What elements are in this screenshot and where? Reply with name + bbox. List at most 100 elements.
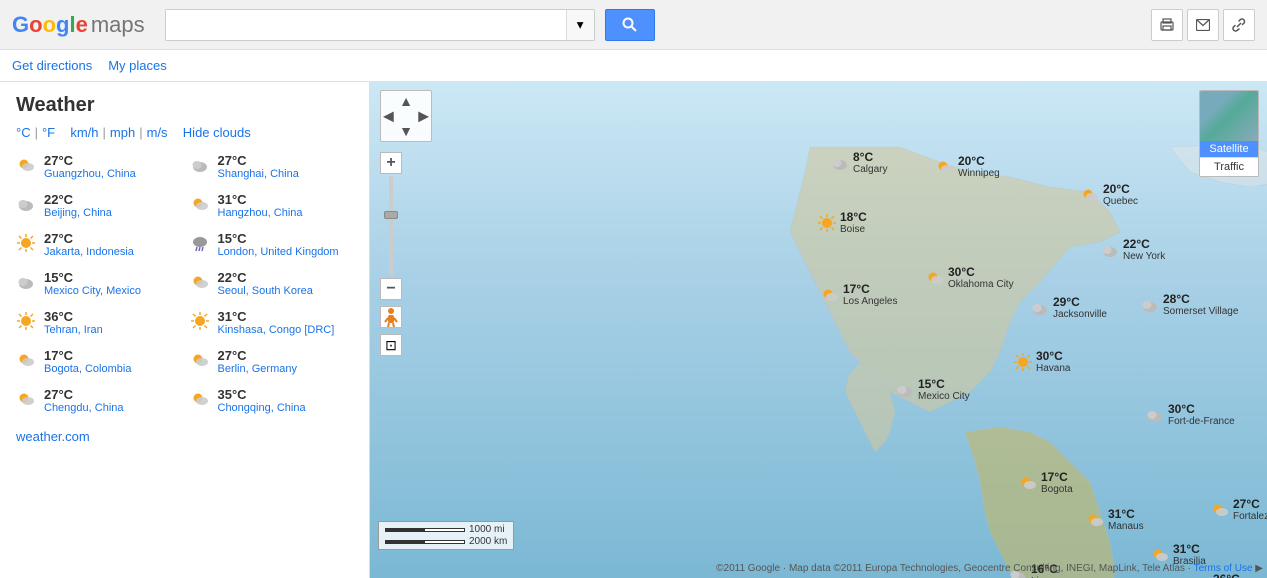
weather-item-temp: 27°C bbox=[218, 153, 299, 168]
map-marker-icon bbox=[817, 213, 837, 233]
sidebar-weather-item: 15°C Mexico City, Mexico bbox=[16, 267, 180, 300]
pan-up-button[interactable]: ▲ bbox=[399, 93, 413, 109]
map-marker-temp: 27°C bbox=[1233, 497, 1267, 511]
traffic-button[interactable]: Traffic bbox=[1200, 157, 1258, 176]
mph-link[interactable]: mph bbox=[110, 125, 135, 140]
map-weather-marker[interactable]: 29°C Jacksonville bbox=[1030, 295, 1107, 320]
satellite-thumbnail[interactable] bbox=[1200, 91, 1258, 141]
map-marker-temp: 20°C bbox=[1103, 182, 1138, 196]
map-weather-marker[interactable]: 31°C Manaus bbox=[1085, 507, 1144, 532]
zoom-out-button[interactable]: − bbox=[380, 278, 402, 300]
map-marker-city: Oklahoma City bbox=[948, 279, 1014, 290]
sidebar-weather-item: 31°C Hangzhou, China bbox=[190, 189, 354, 222]
scale-km: 2000 km bbox=[469, 536, 507, 547]
weather-item-icon bbox=[190, 194, 212, 216]
print-button[interactable] bbox=[1151, 9, 1183, 41]
map-marker-city: Boise bbox=[840, 224, 867, 235]
pan-left-button[interactable]: ◀ bbox=[383, 108, 394, 125]
map-weather-marker[interactable]: 30°C Fort-de-France bbox=[1145, 402, 1235, 427]
weather-item-city[interactable]: Chongqing, China bbox=[218, 402, 306, 414]
weather-item-city[interactable]: Guangzhou, China bbox=[44, 168, 136, 180]
map-marker-temp: 30°C bbox=[948, 265, 1014, 279]
terms-of-use-link[interactable]: Terms of Use bbox=[1194, 563, 1253, 574]
map-weather-marker[interactable]: 20°C Quebec bbox=[1080, 182, 1138, 207]
weather-item-city[interactable]: Kinshasa, Congo [DRC] bbox=[218, 324, 335, 336]
map-weather-marker[interactable]: 20°C Winnipeg bbox=[935, 154, 1000, 179]
zoom-to-fit-button[interactable]: ⊡ bbox=[380, 334, 402, 356]
sidebar-weather-item: 27°C Berlin, Germany bbox=[190, 345, 354, 378]
map-weather-marker[interactable]: 28°C Somerset Village bbox=[1140, 292, 1238, 317]
map-marker-temp: 17°C bbox=[843, 282, 898, 296]
map-weather-marker[interactable]: 27°C Fortaleza bbox=[1210, 497, 1267, 522]
header-actions bbox=[1151, 9, 1255, 41]
weather-item-city[interactable]: Chengdu, China bbox=[44, 402, 124, 414]
pan-down-button[interactable]: ▼ bbox=[399, 123, 413, 139]
fahrenheit-link[interactable]: °F bbox=[42, 125, 55, 140]
map-weather-marker[interactable]: 30°C Oklahoma City bbox=[925, 265, 1014, 290]
map-background: Satellite Traffic ▲ ▼ ◀ ▶ + − bbox=[370, 82, 1267, 578]
link-button[interactable] bbox=[1223, 9, 1255, 41]
street-view-button[interactable] bbox=[380, 306, 402, 328]
map-marker-info: 27°C Fortaleza bbox=[1233, 497, 1267, 522]
weather-item-city[interactable]: Seoul, South Korea bbox=[218, 285, 313, 297]
sidebar-weather-item: 22°C Beijing, China bbox=[16, 189, 180, 222]
get-directions-link[interactable]: Get directions bbox=[12, 58, 92, 73]
map-marker-temp: 15°C bbox=[918, 377, 970, 391]
map-container[interactable]: Satellite Traffic ▲ ▼ ◀ ▶ + − bbox=[370, 82, 1267, 578]
weather-item-city[interactable]: Beijing, China bbox=[44, 207, 112, 219]
map-marker-city: Winnipeg bbox=[958, 168, 1000, 179]
map-marker-info: 30°C Fort-de-France bbox=[1168, 402, 1235, 427]
logo-maps-text: maps bbox=[91, 12, 145, 38]
weather-item-temp: 27°C bbox=[44, 387, 124, 402]
sidebar-weather-item: 27°C Chengdu, China bbox=[16, 384, 180, 417]
map-marker-icon bbox=[1140, 295, 1160, 315]
my-places-link[interactable]: My places bbox=[108, 58, 167, 73]
weather-item-info: 36°C Tehran, Iran bbox=[44, 309, 103, 336]
hide-clouds-link[interactable]: Hide clouds bbox=[183, 125, 251, 140]
weather-item-temp: 15°C bbox=[218, 231, 339, 246]
weather-item-city[interactable]: Hangzhou, China bbox=[218, 207, 303, 219]
map-weather-marker[interactable]: 30°C Havana bbox=[1013, 349, 1070, 374]
map-weather-marker[interactable]: 18°C Boise bbox=[817, 210, 867, 235]
email-button[interactable] bbox=[1187, 9, 1219, 41]
weather-item-city[interactable]: Shanghai, China bbox=[218, 168, 299, 180]
map-marker-icon bbox=[1150, 545, 1170, 565]
weather-item-city[interactable]: Tehran, Iran bbox=[44, 324, 103, 336]
zoom-in-button[interactable]: + bbox=[380, 152, 402, 174]
weather-item-city[interactable]: Bogota, Colombia bbox=[44, 363, 131, 375]
weather-item-city[interactable]: Mexico City, Mexico bbox=[44, 285, 141, 297]
weather-item-city[interactable]: Berlin, Germany bbox=[218, 363, 297, 375]
weather-item-info: 31°C Hangzhou, China bbox=[218, 192, 303, 219]
map-weather-marker[interactable]: 8°C Calgary bbox=[830, 150, 887, 175]
ms-link[interactable]: m/s bbox=[147, 125, 168, 140]
weather-item-city[interactable]: Jakarta, Indonesia bbox=[44, 246, 134, 258]
email-icon bbox=[1196, 19, 1210, 31]
map-weather-marker[interactable]: 17°C Los Angeles bbox=[820, 282, 898, 307]
map-marker-city: Somerset Village bbox=[1163, 306, 1238, 317]
search-button[interactable] bbox=[605, 9, 655, 41]
zoom-control: + − ⊡ bbox=[380, 152, 402, 356]
map-marker-info: 20°C Quebec bbox=[1103, 182, 1138, 207]
celsius-link[interactable]: °C bbox=[16, 125, 31, 140]
map-marker-city: Fort-de-France bbox=[1168, 416, 1235, 427]
map-marker-icon bbox=[935, 157, 955, 177]
zoom-thumb[interactable] bbox=[384, 211, 398, 219]
weather-item-temp: 22°C bbox=[218, 270, 313, 285]
satellite-button[interactable]: Satellite bbox=[1200, 141, 1258, 157]
weather-item-city[interactable]: London, United Kingdom bbox=[218, 246, 339, 258]
weather-item-icon bbox=[16, 389, 38, 411]
weather-dot-com-link[interactable]: weather.com bbox=[16, 429, 90, 444]
search-input[interactable] bbox=[166, 10, 566, 40]
map-weather-marker[interactable]: 15°C Mexico City bbox=[895, 377, 970, 402]
map-marker-city: Los Angeles bbox=[843, 296, 898, 307]
kmh-link[interactable]: km/h bbox=[70, 125, 98, 140]
map-marker-city: Quebec bbox=[1103, 196, 1138, 207]
weather-item-info: 22°C Seoul, South Korea bbox=[218, 270, 313, 297]
map-weather-marker[interactable]: 22°C New York bbox=[1100, 237, 1165, 262]
weather-item-temp: 27°C bbox=[218, 348, 297, 363]
search-dropdown-button[interactable]: ▾ bbox=[566, 10, 594, 40]
map-weather-marker[interactable]: 17°C Bogota bbox=[1018, 470, 1073, 495]
map-marker-city: Calgary bbox=[853, 164, 887, 175]
pan-right-button[interactable]: ▶ bbox=[418, 108, 429, 125]
sidebar-weather-item: 27°C Shanghai, China bbox=[190, 150, 354, 183]
